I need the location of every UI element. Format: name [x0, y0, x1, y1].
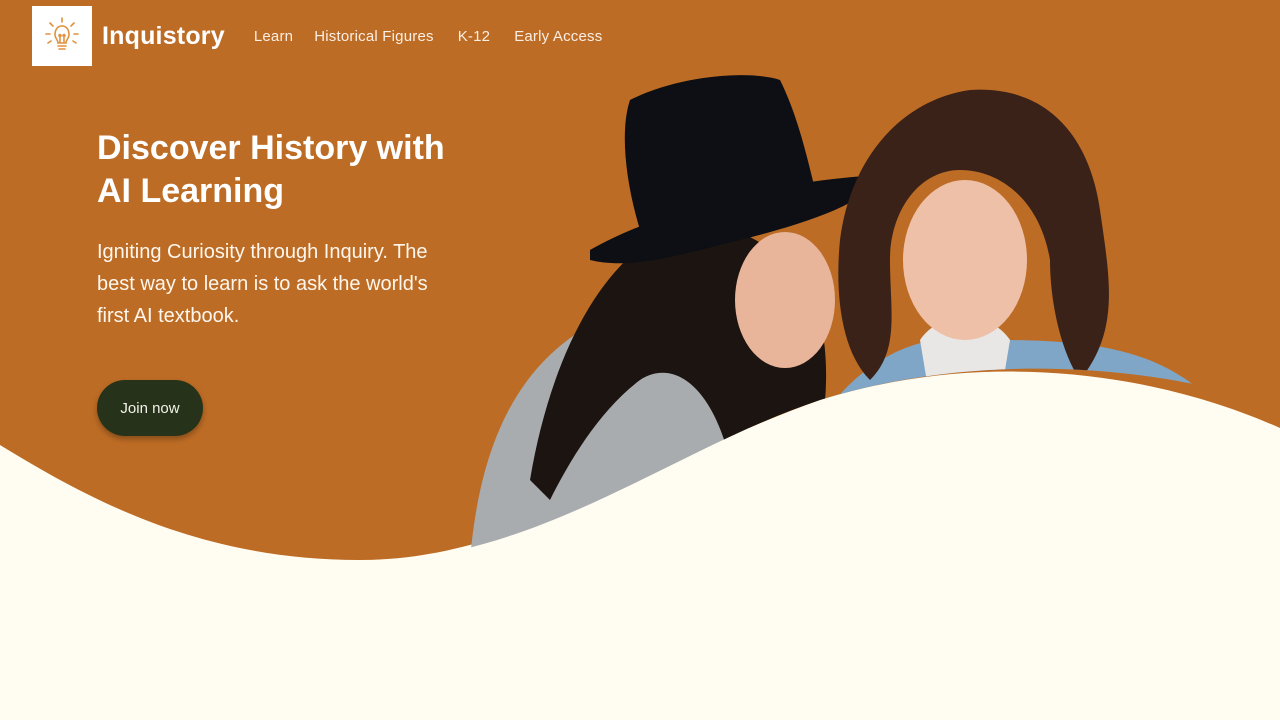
site-header: Inquistory Learn Historical Figures K-12…: [32, 6, 626, 66]
join-now-button[interactable]: Join now: [97, 380, 203, 436]
nav-item-k12[interactable]: K-12: [458, 28, 491, 45]
hero-subtitle: Igniting Curiosity through Inquiry. The …: [97, 241, 428, 327]
hero-title: Discover History with AI Learning: [97, 129, 445, 210]
brand-name[interactable]: Inquistory: [102, 22, 225, 51]
hero-photo: [470, 75, 1220, 560]
nav-item-historical-figures[interactable]: Historical Figures: [314, 28, 433, 45]
main-nav: Learn Historical Figures K-12 Early Acce…: [254, 28, 627, 45]
lightbulb-icon: [45, 17, 79, 50]
logo[interactable]: [32, 6, 92, 66]
nav-item-early-access[interactable]: Early Access: [514, 28, 602, 45]
nav-item-learn[interactable]: Learn: [254, 28, 293, 45]
